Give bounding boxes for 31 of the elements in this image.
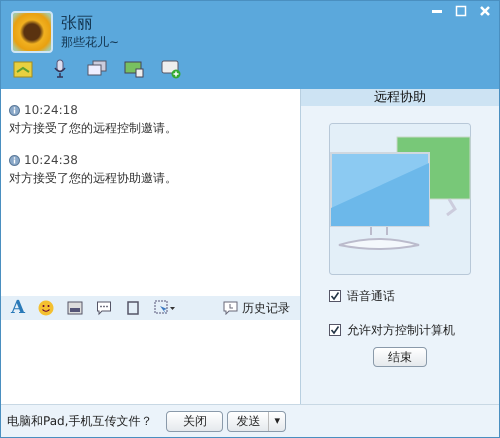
panel-title: 远程协助 xyxy=(301,89,499,106)
checkbox-label[interactable]: 允许对方控制计算机 xyxy=(347,321,455,339)
send-options-button[interactable]: ▾ xyxy=(269,412,286,430)
message-time: 10:24:38 xyxy=(24,152,78,169)
history-icon xyxy=(223,301,238,315)
window-icon[interactable] xyxy=(124,300,141,316)
close-button[interactable]: 关闭 xyxy=(166,410,224,432)
chat-bubble-icon[interactable] xyxy=(96,300,112,316)
monitor-icon[interactable] xyxy=(124,59,144,79)
image-icon[interactable] xyxy=(66,300,83,316)
send-button[interactable]: 发送 xyxy=(228,412,270,430)
checkbox[interactable] xyxy=(329,290,341,302)
end-button[interactable]: 结束 xyxy=(373,347,427,367)
file-transfer-link[interactable]: 电脑和Pad,手机互传文件？ xyxy=(7,412,152,430)
message-time: 10:24:18 xyxy=(24,102,78,119)
close-icon[interactable] xyxy=(479,5,491,17)
message-text: 对方接受了您的远程控制邀请。 xyxy=(9,120,178,137)
contact-signature: 那些花儿~ xyxy=(61,34,120,51)
font-button[interactable]: A xyxy=(11,299,25,317)
contact-name: 张丽 xyxy=(61,13,94,33)
checkbox[interactable] xyxy=(329,324,341,336)
checkbox-label[interactable]: 语音通话 xyxy=(347,287,395,305)
maximize-icon[interactable] xyxy=(455,5,467,17)
history-button[interactable]: 历史记录 xyxy=(223,299,290,317)
message-text: 对方接受了您的远程协助邀请。 xyxy=(9,170,178,187)
smiley-icon[interactable] xyxy=(38,300,54,316)
info-icon xyxy=(9,154,20,166)
info-icon xyxy=(9,104,20,116)
chat-add-icon[interactable] xyxy=(161,59,181,79)
photo-placeholder xyxy=(11,11,53,53)
screenshot-icon[interactable] xyxy=(154,300,176,316)
